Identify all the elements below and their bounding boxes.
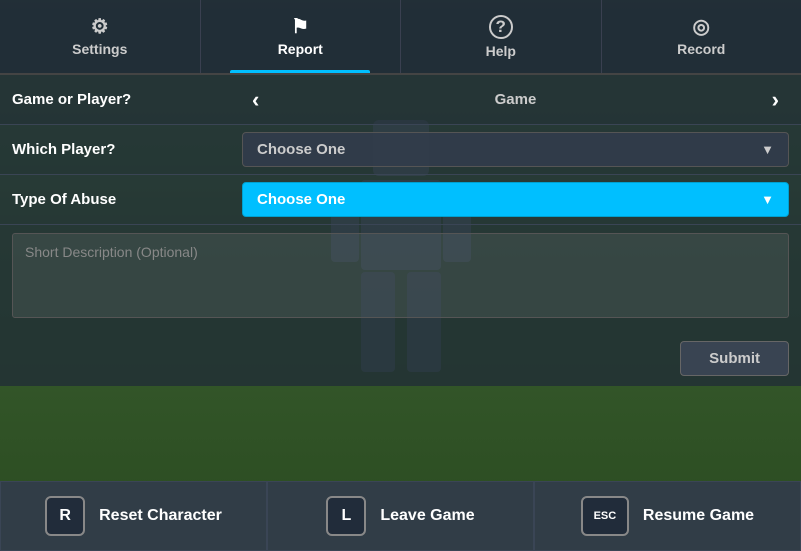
top-nav: ⚙ Settings ⚑ Report ? Help ◎ Record — [0, 0, 801, 75]
gear-icon: ⚙ — [91, 17, 109, 37]
reset-character-label: Reset Character — [99, 507, 222, 525]
which-player-dropdown[interactable]: Choose One ▼ — [242, 132, 789, 167]
prev-arrow-button[interactable]: ‹ — [242, 83, 269, 117]
nav-report[interactable]: ⚑ Report — [201, 0, 402, 73]
description-textarea[interactable] — [12, 233, 789, 318]
nav-record[interactable]: ◎ Record — [602, 0, 801, 73]
which-player-label: Which Player? — [12, 141, 242, 158]
next-arrow-button[interactable]: › — [762, 83, 789, 117]
resume-game-action[interactable]: ESC Resume Game — [534, 481, 801, 551]
resume-key-badge: ESC — [581, 496, 629, 536]
which-player-control: Choose One ▼ — [242, 132, 789, 167]
flag-icon: ⚑ — [291, 17, 309, 37]
reset-key-badge: R — [45, 496, 85, 536]
submit-row: Submit — [0, 331, 801, 386]
reset-character-action[interactable]: R Reset Character — [0, 481, 267, 551]
leave-key-label: L — [341, 507, 351, 525]
resume-key-label: ESC — [594, 510, 617, 522]
submit-button[interactable]: Submit — [680, 341, 789, 376]
report-form: Game or Player? ‹ Game › Which Player? C… — [0, 75, 801, 386]
leave-game-label: Leave Game — [380, 507, 474, 525]
report-label: Report — [278, 41, 323, 57]
resume-game-label: Resume Game — [643, 507, 754, 525]
help-label: Help — [486, 43, 516, 59]
type-of-abuse-placeholder: Choose One — [257, 191, 345, 208]
record-icon: ◎ — [693, 17, 710, 37]
game-or-player-label: Game or Player? — [12, 91, 242, 108]
leave-game-action[interactable]: L Leave Game — [267, 481, 534, 551]
settings-label: Settings — [72, 41, 127, 57]
game-player-control: ‹ Game › — [242, 83, 789, 117]
record-label: Record — [677, 41, 725, 57]
game-value-display: Game — [277, 91, 753, 108]
type-of-abuse-row: Type Of Abuse Choose One ▼ — [0, 175, 801, 225]
abuse-dropdown-arrow-icon: ▼ — [761, 192, 774, 207]
which-player-placeholder: Choose One — [257, 141, 345, 158]
reset-key-label: R — [59, 507, 71, 525]
help-icon: ? — [489, 15, 513, 39]
type-of-abuse-dropdown[interactable]: Choose One ▼ — [242, 182, 789, 217]
which-player-row: Which Player? Choose One ▼ — [0, 125, 801, 175]
type-of-abuse-control: Choose One ▼ — [242, 182, 789, 217]
bottom-action-bar: R Reset Character L Leave Game ESC Resum… — [0, 481, 801, 551]
which-player-arrow-icon: ▼ — [761, 142, 774, 157]
description-row — [0, 225, 801, 331]
nav-help[interactable]: ? Help — [401, 0, 602, 73]
nav-settings[interactable]: ⚙ Settings — [0, 0, 201, 73]
leave-key-badge: L — [326, 496, 366, 536]
game-or-player-row: Game or Player? ‹ Game › — [0, 75, 801, 125]
type-of-abuse-label: Type Of Abuse — [12, 191, 242, 208]
